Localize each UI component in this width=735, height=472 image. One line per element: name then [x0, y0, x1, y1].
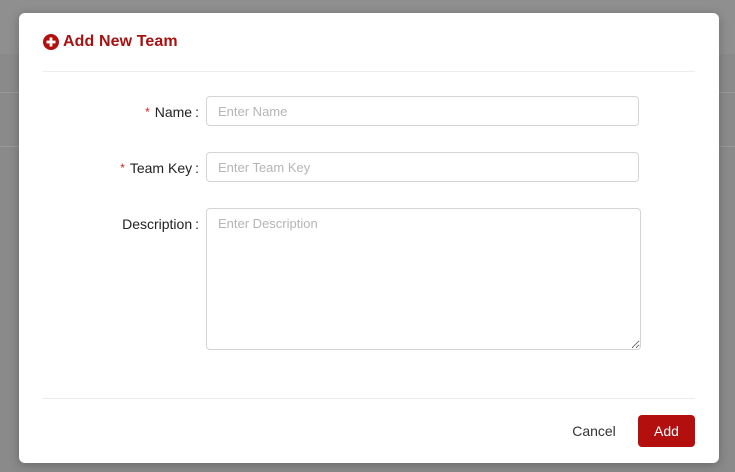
required-marker: *: [145, 105, 150, 119]
cancel-button[interactable]: Cancel: [563, 415, 625, 447]
footer-divider: [43, 398, 695, 399]
name-input[interactable]: [206, 96, 639, 126]
team-key-input[interactable]: [206, 152, 639, 182]
required-marker: *: [120, 161, 125, 175]
dialog-title-group: Add New Team: [43, 33, 178, 51]
dialog-title: Add New Team: [63, 33, 178, 50]
team-key-label: * Team Key:: [120, 160, 199, 176]
description-label: Description:: [122, 216, 199, 232]
add-team-dialog: Add New Team *Name: *Team Key: Descripti…: [19, 13, 719, 463]
plus-circle-icon: [43, 34, 59, 50]
name-label: * Name:: [145, 104, 199, 120]
dialog-header: Add New Team: [43, 13, 695, 72]
add-button[interactable]: Add: [638, 415, 695, 447]
description-textarea[interactable]: [206, 208, 641, 350]
